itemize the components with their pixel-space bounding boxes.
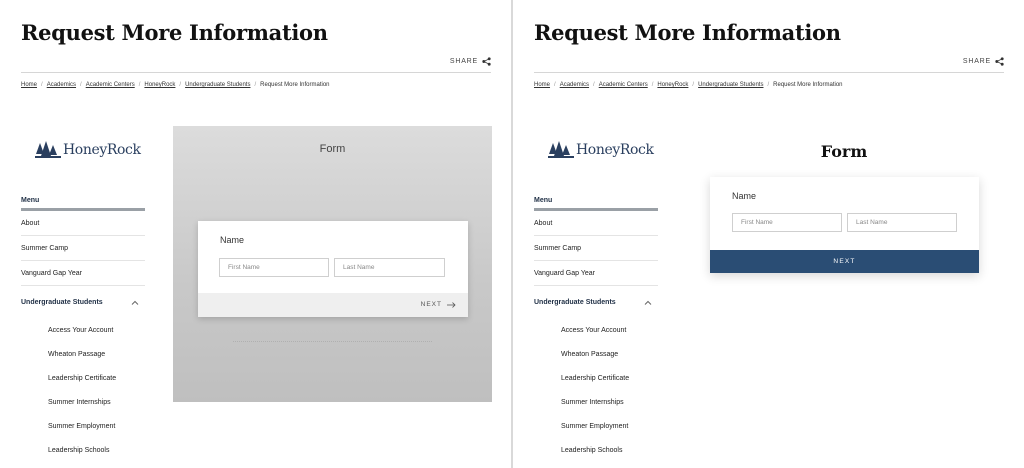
form-title: Form (820, 142, 868, 161)
name-label: Name (732, 191, 757, 201)
breadcrumb-current: Request More Information (260, 82, 330, 88)
logo-text: HoneyRock (576, 142, 654, 158)
last-name-input[interactable]: Last Name (334, 258, 445, 277)
header-divider (21, 72, 491, 73)
sub-item-leadership-schools[interactable]: Leadership Schools (534, 439, 658, 463)
sub-item-wheaton-passage[interactable]: Wheaton Passage (534, 343, 658, 367)
menu-group-label: Undergraduate Students (21, 299, 103, 306)
breadcrumb-current: Request More Information (773, 82, 843, 88)
menu-item-summer-camp[interactable]: Summer Camp (534, 236, 658, 261)
breadcrumb: Home / Academics / Academic Centers / Honey… (534, 82, 843, 88)
header-divider (534, 72, 1004, 73)
first-name-input[interactable]: First Name (732, 213, 842, 232)
share-label: SHARE (962, 58, 991, 65)
right-screenshot-panel: Request More Information SHARE Home / Aca… (513, 0, 1024, 468)
sub-item-wheaton-passage[interactable]: Wheaton Passage (21, 343, 145, 367)
sub-item-leadership-certificate[interactable]: Leadership Certificate (21, 367, 145, 391)
sub-item-summer-employment[interactable]: Summer Employment (21, 415, 145, 439)
name-label: Name (220, 235, 245, 245)
dotted-divider (233, 341, 432, 342)
sub-item-access-your-account[interactable]: Access Your Account (534, 319, 658, 343)
sub-item-leadership-schools[interactable]: Leadership Schools (21, 439, 145, 463)
side-menu: Menu About Summer Camp Vanguard Gap Year… (534, 190, 658, 463)
next-button[interactable]: NEXT (710, 250, 979, 273)
menu-item-about[interactable]: About (21, 211, 145, 236)
breadcrumb-home[interactable]: Home (534, 82, 550, 88)
breadcrumb: Home / Academics / Academic Centers / Honey… (21, 82, 330, 88)
chevron-up-icon (131, 300, 139, 305)
breadcrumb-undergraduate-students[interactable]: Undergraduate Students (185, 82, 250, 88)
menu-item-vanguard-gap-year[interactable]: Vanguard Gap Year (534, 261, 658, 286)
honeyrock-logo[interactable]: HoneyRock (548, 140, 654, 160)
menu-group-undergraduate-students[interactable]: Undergraduate Students (534, 286, 658, 319)
sub-item-summer-internships[interactable]: Summer Internships (21, 391, 145, 415)
form-footer: NEXT (198, 293, 468, 317)
menu-heading: Menu (534, 190, 658, 211)
menu-item-about[interactable]: About (534, 211, 658, 236)
form-card: Name First Name Last Name NEXT (710, 177, 979, 273)
sub-item-access-your-account[interactable]: Access Your Account (21, 319, 145, 343)
menu-item-summer-camp[interactable]: Summer Camp (21, 236, 145, 261)
sub-item-summer-internships[interactable]: Summer Internships (534, 391, 658, 415)
sub-item-leadership-certificate[interactable]: Leadership Certificate (534, 367, 658, 391)
share-button[interactable]: SHARE (450, 57, 491, 66)
page-title: Request More Information (534, 20, 841, 45)
logo-text: HoneyRock (63, 142, 141, 158)
share-icon (482, 57, 491, 66)
last-name-input[interactable]: Last Name (847, 213, 957, 232)
next-label: NEXT (420, 301, 442, 308)
honeyrock-logo[interactable]: HoneyRock (35, 140, 141, 160)
breadcrumb-honeyrock[interactable]: HoneyRock (144, 82, 175, 88)
breadcrumb-honeyrock[interactable]: HoneyRock (657, 82, 688, 88)
breadcrumb-undergraduate-students[interactable]: Undergraduate Students (698, 82, 763, 88)
share-button[interactable]: SHARE (963, 57, 1004, 66)
breadcrumb-academic-centers[interactable]: Academic Centers (86, 82, 135, 88)
pine-trees-icon (35, 141, 61, 158)
breadcrumb-academics[interactable]: Academics (47, 82, 76, 88)
menu-item-vanguard-gap-year[interactable]: Vanguard Gap Year (21, 261, 145, 286)
arrow-right-icon (447, 301, 456, 308)
form-label: Form (319, 143, 346, 155)
share-label: SHARE (449, 58, 478, 65)
breadcrumb-academic-centers[interactable]: Academic Centers (599, 82, 648, 88)
menu-heading: Menu (21, 190, 145, 211)
breadcrumb-academics[interactable]: Academics (560, 82, 589, 88)
first-name-input[interactable]: First Name (219, 258, 329, 277)
page-title: Request More Information (21, 20, 328, 45)
menu-group-undergraduate-students[interactable]: Undergraduate Students (21, 286, 145, 319)
sub-item-summer-employment[interactable]: Summer Employment (534, 415, 658, 439)
menu-group-label: Undergraduate Students (534, 299, 616, 306)
chevron-up-icon (644, 300, 652, 305)
share-icon (995, 57, 1004, 66)
left-screenshot-panel: Request More Information SHARE Home / Aca… (0, 0, 511, 468)
next-button[interactable]: NEXT (421, 301, 456, 308)
breadcrumb-home[interactable]: Home (21, 82, 37, 88)
pine-trees-icon (548, 141, 574, 158)
form-card: Name First Name Last Name NEXT (198, 221, 468, 317)
side-menu: Menu About Summer Camp Vanguard Gap Year… (21, 190, 145, 463)
